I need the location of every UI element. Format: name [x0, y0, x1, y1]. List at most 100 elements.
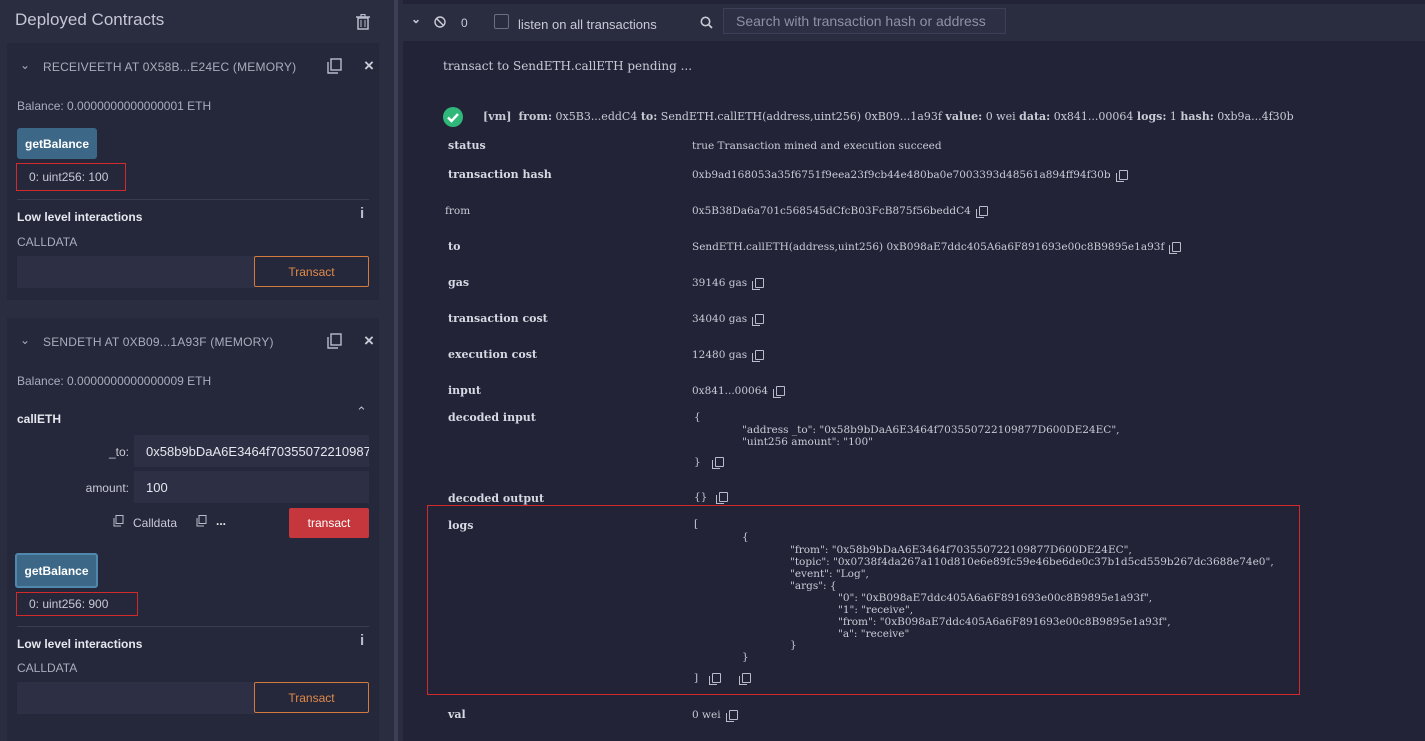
- tx-cost-value: 34040 gas: [692, 313, 748, 325]
- decoded-output-key: decoded output: [448, 492, 545, 505]
- tx-hash-row: 0xb9ad168053a35f6751f9eea23f9cb44e480ba0…: [692, 169, 1128, 182]
- copy-params-icon[interactable]: [196, 515, 207, 527]
- close-icon[interactable]: ×: [364, 331, 374, 351]
- copy-icon[interactable]: [725, 710, 738, 722]
- copy-icon[interactable]: [711, 457, 724, 469]
- chevron-down-icon[interactable]: ⌄: [20, 58, 30, 72]
- calldata-input[interactable]: [17, 682, 255, 714]
- hash-value: 0xb9a...4f30b: [1217, 110, 1294, 123]
- call-output: 0: uint256: 100: [16, 163, 126, 191]
- check-circle-icon: [443, 107, 463, 127]
- trash-icon[interactable]: [356, 14, 370, 30]
- copy-icon[interactable]: [975, 206, 988, 218]
- terminal: ⌄ 0 listen on all transactions Search wi…: [403, 0, 1425, 741]
- contract-sendeth: ⌄ SENDETH AT 0XB09...1A93F (MEMORY) × Ba…: [7, 318, 379, 741]
- logs-line: {: [742, 531, 749, 543]
- to-key: to:: [640, 110, 658, 123]
- logs-line: }: [742, 651, 749, 663]
- copy-icon[interactable]: [773, 386, 786, 398]
- get-balance-button[interactable]: getBalance: [17, 128, 97, 159]
- info-icon[interactable]: i: [360, 205, 364, 222]
- decoded-input-line: "uint256 amount": "100": [742, 436, 873, 448]
- val-key: val: [448, 708, 466, 721]
- copy-icon[interactable]: [1115, 170, 1128, 182]
- divider: [17, 626, 369, 627]
- from-row: 0x5B38Da6a701c568545dCfcB03FcB875f56bedd…: [692, 205, 988, 218]
- transact-button[interactable]: Transact: [254, 682, 369, 713]
- amount-input[interactable]: 100: [134, 471, 369, 503]
- copy-icon[interactable]: [327, 58, 342, 74]
- call-output: 0: uint256: 900: [16, 592, 138, 616]
- logs-key: logs: [448, 519, 474, 532]
- to-row: SendETH.callETH(address,uint256) 0xB098a…: [692, 241, 1182, 254]
- copy-icon[interactable]: [716, 492, 729, 504]
- value-value: 0 wei: [985, 110, 1016, 123]
- val-value: 0 wei: [692, 709, 721, 721]
- copy-icon[interactable]: [752, 278, 765, 290]
- search-icon: [700, 16, 713, 29]
- tx-summary[interactable]: [vm] from: 0x5B3...eddC4 to: SendETH.cal…: [483, 110, 1294, 123]
- transact-button[interactable]: Transact: [254, 256, 369, 287]
- input-value: 0x841...00064: [692, 385, 769, 397]
- exec-cost-value: 12480 gas: [692, 349, 748, 361]
- chevron-up-icon[interactable]: ⌃: [356, 404, 367, 420]
- copy-icon[interactable]: [752, 350, 765, 362]
- logs-line: "from": "0xB098aE7ddc405A6a6F891693e00c8…: [838, 616, 1171, 628]
- status-value: true Transaction mined and execution suc…: [692, 140, 942, 152]
- logs-close-row: ]: [694, 672, 752, 685]
- calldata-copy-label: Calldata: [133, 516, 178, 530]
- logs-line: "1": "receive",: [838, 604, 914, 616]
- decoded-input-line: "address _to": "0x58b9bDaA6E3464f7035507…: [742, 424, 1120, 436]
- decoded-output-value: {}: [694, 491, 708, 503]
- search-input[interactable]: Search with transaction hash or address: [723, 8, 1006, 34]
- logs-line: [: [694, 518, 699, 530]
- copy-icon[interactable]: [327, 333, 342, 349]
- decoded-input-close-row: }: [694, 456, 724, 469]
- tx-hash-key: transaction hash: [448, 168, 552, 181]
- logs-line: "0": "0xB098aE7ddc405A6a6F891693e00c8B98…: [838, 592, 1153, 604]
- input-row: 0x841...00064: [692, 385, 786, 398]
- logs-line: }: [790, 639, 797, 651]
- clear-icon[interactable]: [434, 16, 446, 28]
- logs-line: "from": "0x58b9bDaA6E3464f70355072210987…: [790, 544, 1132, 556]
- gas-value: 39146 gas: [692, 277, 748, 289]
- to-value: SendETH.callETH(address,uint256) 0xB098a…: [692, 241, 1165, 253]
- to-label: _to:: [108, 445, 129, 459]
- transact-call-button[interactable]: transact: [289, 508, 369, 538]
- info-icon[interactable]: i: [360, 632, 364, 649]
- chevron-double-down-icon[interactable]: ⌄: [411, 12, 421, 26]
- copy-icon[interactable]: [709, 673, 722, 685]
- copy-icon[interactable]: [1169, 242, 1182, 254]
- panel-resizer[interactable]: [389, 0, 403, 741]
- copy-icon[interactable]: [739, 673, 752, 685]
- listen-label: listen on all transactions: [518, 17, 657, 32]
- from-value: 0x5B38Da6a701c568545dCfcB03FcB875f56bedd…: [692, 205, 971, 217]
- close-icon[interactable]: ×: [364, 56, 374, 76]
- copy-icon[interactable]: [752, 314, 765, 326]
- low-level-title: Low level interactions: [17, 210, 143, 224]
- tx-cost-row: 34040 gas: [692, 313, 765, 326]
- copy-calldata-icon[interactable]: [113, 515, 124, 527]
- contract-title[interactable]: SENDETH AT 0XB09...1A93F (MEMORY): [43, 335, 274, 349]
- data-value: 0x841...00064: [1053, 110, 1134, 123]
- to-input[interactable]: 0x58b9bDaA6E3464f70355072210987: [134, 435, 369, 467]
- from-key: from:: [518, 110, 553, 123]
- logs-line: "event": "Log",: [790, 568, 869, 580]
- decoded-input-open: {: [694, 411, 701, 423]
- calldata-label: CALLDATA: [17, 235, 78, 249]
- function-name: callETH: [17, 412, 62, 426]
- contract-title[interactable]: RECEIVEETH AT 0X58B...E24EC (MEMORY): [43, 60, 296, 74]
- decoded-output-row: {}: [694, 491, 729, 504]
- terminal-toolbar: ⌄ 0 listen on all transactions Search wi…: [403, 0, 1425, 41]
- logs-key: logs:: [1136, 110, 1167, 123]
- calldata-input[interactable]: [17, 256, 255, 288]
- contract-receiveeth: ⌄ RECEIVEETH AT 0X58B...E24EC (MEMORY) ×…: [7, 43, 379, 300]
- divider: [17, 199, 369, 200]
- listen-checkbox[interactable]: [494, 14, 509, 29]
- gas-row: 39146 gas: [692, 277, 765, 290]
- from-value: 0x5B3...eddC4: [555, 110, 638, 123]
- get-balance-button[interactable]: getBalance: [15, 553, 98, 588]
- data-key: data:: [1019, 110, 1051, 123]
- hash-key: hash:: [1180, 110, 1214, 123]
- chevron-down-icon[interactable]: ⌄: [20, 333, 30, 347]
